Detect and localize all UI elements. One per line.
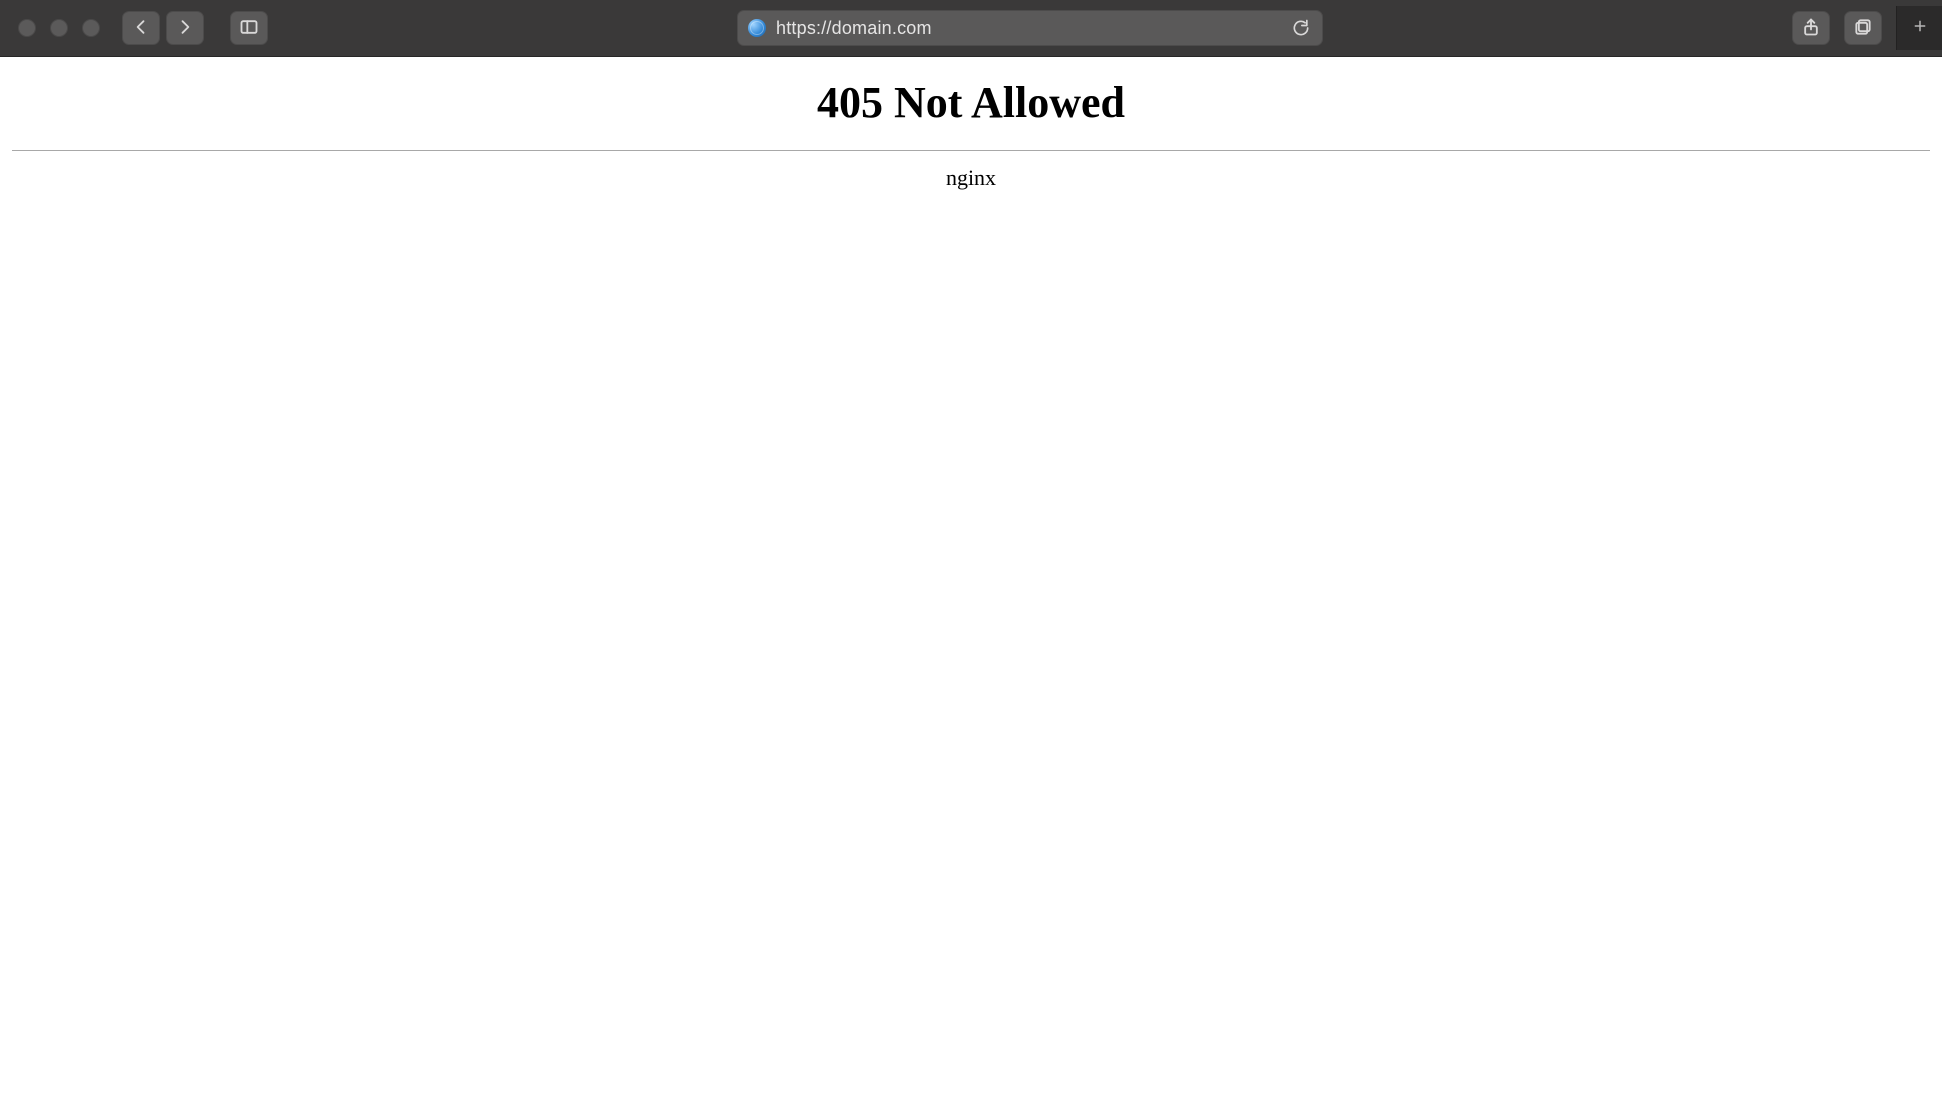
share-button[interactable]: [1792, 11, 1830, 45]
sidebar-icon: [239, 17, 259, 40]
nav-buttons: [122, 11, 204, 45]
back-button[interactable]: [122, 11, 160, 45]
browser-toolbar: https://domain.com: [0, 0, 1942, 57]
tabs-icon: [1853, 17, 1873, 40]
divider: [12, 150, 1930, 151]
toolbar-right-group: [1792, 6, 1930, 50]
address-bar[interactable]: https://domain.com: [737, 10, 1323, 46]
share-icon: [1801, 17, 1821, 40]
minimize-window-icon[interactable]: [50, 19, 68, 37]
chevron-right-icon: [175, 17, 195, 40]
plus-icon: [1911, 17, 1929, 40]
close-window-icon[interactable]: [18, 19, 36, 37]
chevron-left-icon: [131, 17, 151, 40]
server-name: nginx: [12, 165, 1930, 191]
sidebar-toggle-button[interactable]: [230, 11, 268, 45]
forward-button[interactable]: [166, 11, 204, 45]
address-bar-url: https://domain.com: [776, 18, 932, 39]
reload-button[interactable]: [1290, 17, 1312, 39]
error-heading: 405 Not Allowed: [12, 77, 1930, 128]
new-tab-button[interactable]: [1896, 6, 1942, 50]
page-viewport: 405 Not Allowed nginx: [0, 57, 1942, 1110]
tabs-overview-button[interactable]: [1844, 11, 1882, 45]
window-controls: [12, 19, 106, 37]
maximize-window-icon[interactable]: [82, 19, 100, 37]
globe-icon: [748, 19, 766, 37]
